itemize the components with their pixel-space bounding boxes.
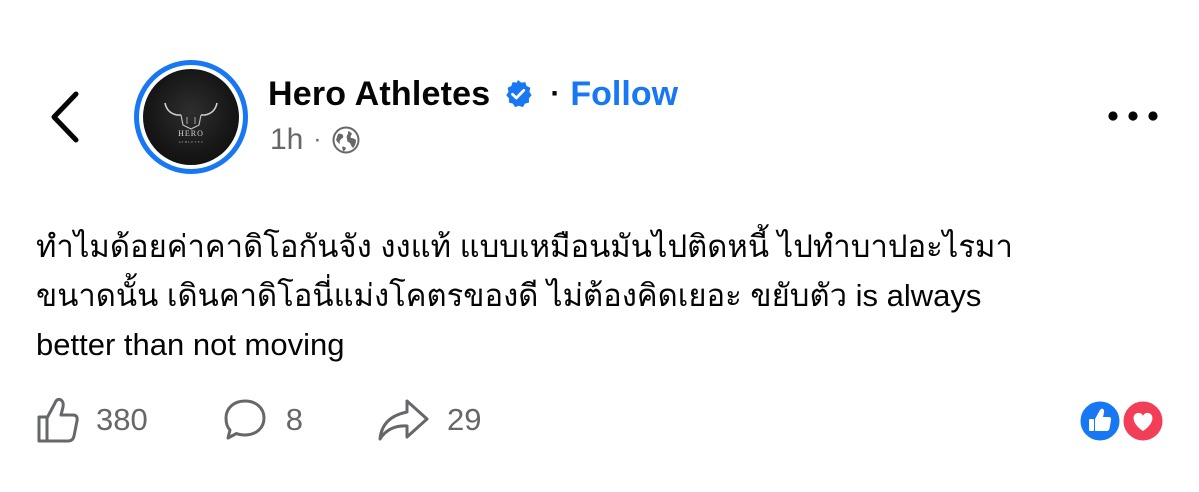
reactions-summary[interactable] <box>1076 398 1168 444</box>
more-options-button[interactable] <box>1104 104 1164 128</box>
thumbs-up-icon <box>37 397 79 443</box>
follow-button[interactable]: Follow <box>570 75 678 114</box>
avatar-logo-subtext: ATHLETES <box>178 140 203 144</box>
more-horizontal-icon <box>1108 111 1158 121</box>
page-name[interactable]: Hero Athletes <box>268 75 490 114</box>
avatar-image: HERO ATHLETES <box>143 69 239 165</box>
like-button[interactable]: 380 <box>36 395 148 445</box>
back-button[interactable] <box>40 82 90 152</box>
profile-avatar[interactable]: HERO ATHLETES <box>134 60 248 174</box>
share-count: 29 <box>446 402 482 437</box>
avatar-logo-text: HERO <box>178 129 204 138</box>
verified-badge-icon <box>506 80 532 108</box>
comment-count: 8 <box>285 402 303 437</box>
hero-logo: HERO ATHLETES <box>164 102 218 144</box>
globe-icon <box>332 126 360 154</box>
post-author-row: Hero Athletes · Follow <box>268 72 678 116</box>
post-meta: 1h · <box>270 120 361 160</box>
comment-button[interactable]: 8 <box>220 395 303 445</box>
love-reaction-icon <box>1120 398 1166 444</box>
like-reaction-icon <box>1077 398 1123 444</box>
post-text-line: better than not moving <box>36 327 345 362</box>
post-body: ทำไมด้อยค่าคาดิโอกันจัง งงแท้ แบบเหมือนม… <box>36 222 1156 369</box>
chevron-left-icon <box>51 91 79 143</box>
name-separator: · <box>550 77 561 110</box>
share-arrow-icon <box>378 399 429 441</box>
post-actions-bar: 380 8 29 <box>36 390 481 450</box>
share-button[interactable]: 29 <box>375 395 481 445</box>
comment-icon <box>224 399 266 440</box>
meta-separator: · <box>313 126 322 153</box>
like-count: 380 <box>96 402 148 437</box>
post-text-line: ขนาดนั้น เดินคาดิโอนี่แม่งโคตรของดี ไม่ต… <box>36 278 982 313</box>
post-text-line: ทำไมด้อยค่าคาดิโอกันจัง งงแท้ แบบเหมือนม… <box>36 229 1013 264</box>
post-timestamp[interactable]: 1h <box>270 123 303 157</box>
